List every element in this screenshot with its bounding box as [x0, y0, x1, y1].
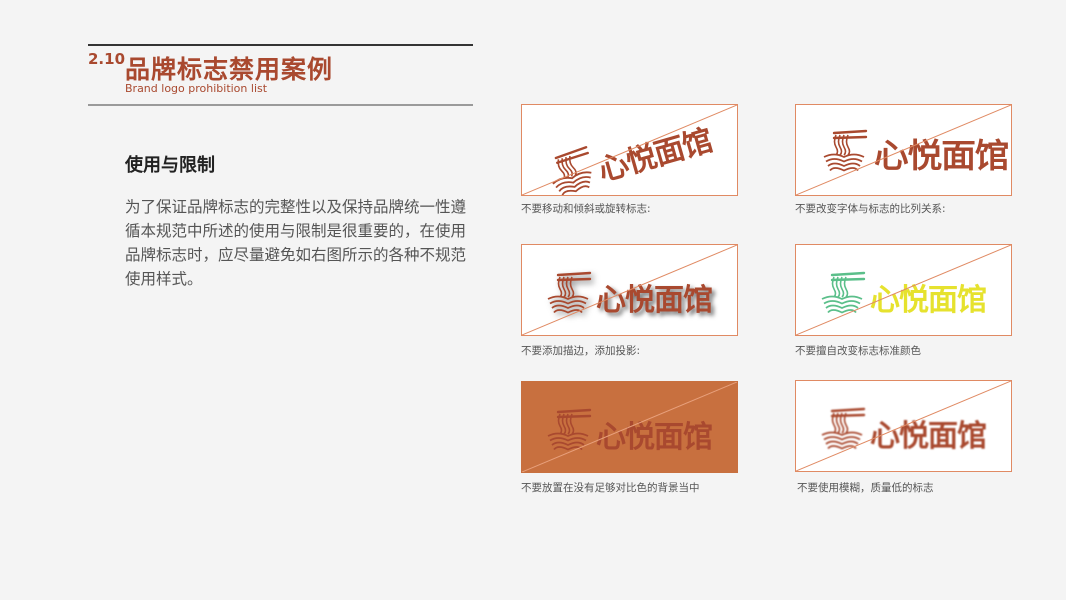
example-card-shadow: 心悦面馆	[521, 244, 738, 336]
example-caption: 不要移动和倾斜或旋转标志:	[521, 203, 651, 215]
example-caption: 不要添加描边，添加投影:	[521, 345, 641, 357]
prohibition-slash	[522, 105, 737, 195]
example-card-low-contrast: 心悦面馆	[521, 381, 738, 473]
example-caption: 不要放置在没有足够对比色的背景当中	[521, 482, 700, 494]
prohibition-slash	[522, 382, 737, 472]
prohibition-slash	[796, 381, 1011, 471]
prohibition-slash	[796, 105, 1011, 195]
example-caption: 不要使用模糊，质量低的标志	[797, 482, 934, 494]
header-bottom-rule	[88, 104, 473, 106]
page-title: 品牌标志禁用案例	[125, 55, 334, 84]
example-caption: 不要改变字体与标志的比列关系:	[795, 203, 946, 215]
example-card-rotated: 心悦面馆	[521, 104, 738, 196]
prohibition-slash	[796, 245, 1011, 335]
page-subtitle: Brand logo prohibition list	[125, 82, 268, 95]
prohibition-slash	[522, 245, 737, 335]
section-number: 2.10	[88, 50, 126, 68]
section-body: 为了保证品牌标志的完整性以及保持品牌统一性遵循本规范中所述的使用与限制是很重要的…	[125, 198, 467, 288]
header-top-rule	[88, 44, 473, 46]
example-caption: 不要擅自改变标志标准颜色	[795, 345, 921, 357]
example-card-stretched: 心悦面馆	[795, 104, 1012, 196]
example-card-recolor: 心悦面馆	[795, 244, 1012, 336]
section-heading: 使用与限制	[125, 155, 215, 176]
example-card-blurry: 心悦面馆	[795, 380, 1012, 472]
